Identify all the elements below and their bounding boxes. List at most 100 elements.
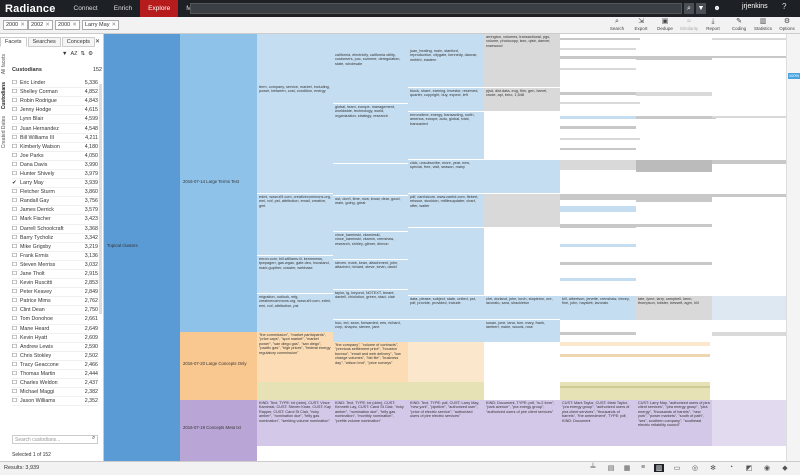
cluster-strip[interactable]	[712, 116, 788, 118]
cluster-strip[interactable]	[560, 148, 636, 150]
cluster-node[interactable]: pdf, canfutcom, www.canfut.com, fiebert,…	[408, 194, 484, 228]
cluster-strip[interactable]	[712, 194, 788, 197]
checkbox-icon[interactable]: ☐	[12, 289, 20, 295]
cluster-strip[interactable]	[560, 126, 636, 129]
checkbox-icon[interactable]: ☐	[12, 116, 20, 122]
cluster-node[interactable]: term, company, service, market, includin…	[257, 34, 333, 194]
cluster-node[interactable]: susan, jone, lana, tom, mary, frank, lam…	[484, 320, 560, 342]
filter-chip[interactable]: Larry May ✕	[82, 20, 120, 30]
custodian-row[interactable]: ☐ Darrell Schoolcraft 3,368	[12, 225, 98, 234]
custodian-row[interactable]: ☐ Peter Keavey 2,849	[12, 288, 98, 298]
gear-icon[interactable]: ⚙	[88, 51, 93, 57]
cluster-strip[interactable]	[560, 332, 636, 335]
checkbox-icon[interactable]: ☐	[12, 107, 20, 113]
cluster-strip[interactable]	[712, 56, 788, 58]
close-icon[interactable]: ✕	[111, 22, 116, 28]
filter-icon[interactable]: ▼	[62, 51, 67, 57]
checkbox-icon[interactable]: ☐	[12, 198, 20, 204]
custodian-row[interactable]: ☐ Patrice Mims 2,762	[12, 297, 98, 307]
cluster-view-icon[interactable]: ▥	[654, 464, 664, 472]
cluster-strip[interactable]	[560, 102, 640, 104]
cluster-strip[interactable]	[560, 68, 636, 70]
custodian-row[interactable]: ☐ Juan Hernandez 4,548	[12, 124, 98, 134]
custodian-row[interactable]: ☐ Tracy Geaccone 2,466	[12, 361, 98, 370]
checkbox-icon[interactable]: ☐	[12, 126, 20, 132]
cluster-node[interactable]: chri, dorland, john, lurch, stapleton, o…	[484, 296, 560, 320]
custodian-row[interactable]: ☐ Mike Grigsby 3,219	[12, 243, 98, 252]
cluster-strip[interactable]	[560, 138, 640, 140]
cluster-strip[interactable]	[636, 160, 712, 172]
cluster-node[interactable]: data, please, subject, state, united, ps…	[408, 296, 484, 320]
checkbox-icon[interactable]: ☐	[12, 189, 20, 195]
custodian-row[interactable]: ☐ Lynn Blair 4,599	[12, 115, 98, 125]
checkbox-icon[interactable]: ☐	[12, 98, 20, 104]
custodian-row[interactable]: ☐ Jason Williams 2,352	[12, 397, 98, 407]
tab-concepts[interactable]: Concepts	[61, 37, 96, 47]
checkbox-icon[interactable]: ☐	[12, 353, 20, 359]
checkbox-icon[interactable]: ☐	[12, 335, 20, 341]
cluster-strip[interactable]	[560, 116, 636, 119]
list-icon[interactable]: ≡	[638, 464, 648, 471]
cluster-node[interactable]: KIND: Text, TYPE: txt (ddm), CUST: Vince…	[257, 400, 333, 446]
cluster-node[interactable]: enron.com, bill.williams.iii, kenmnews, …	[257, 256, 333, 294]
cluster-node[interactable]: bill, albertson, jenette, crenshaw, vinc…	[560, 296, 636, 320]
checkbox-icon[interactable]: ☐	[12, 344, 20, 350]
tab-facets[interactable]: Facets	[0, 37, 27, 47]
cluster-strip[interactable]	[636, 56, 712, 60]
statistics-tool-button[interactable]: ▥ Statistics	[752, 17, 774, 34]
cluster-strip[interactable]	[560, 56, 640, 59]
cluster-node[interactable]: enronclime, energy, transacting, north, …	[408, 112, 484, 160]
cluster-node[interactable]: steven, mark, kean, attachment, john, at…	[333, 260, 408, 290]
search-icon[interactable]: ⌕	[92, 435, 95, 442]
cluster-node[interactable]: california, electricity, california util…	[333, 34, 408, 104]
custodian-row[interactable]: ☐ Jenny Hodge 4,615	[12, 106, 98, 116]
cluster-node[interactable]: out, don't, time, now, know, dear, good,…	[333, 196, 408, 232]
custodian-row[interactable]: ✔ Larry May 3,939	[12, 179, 98, 189]
cluster-level1[interactable]: 2016-07-20 Large Concepts Only	[180, 332, 257, 400]
options-tool-button[interactable]: ⚙ Options	[776, 17, 798, 34]
checkbox-icon[interactable]: ☐	[12, 89, 20, 95]
checkbox-icon[interactable]: ☐	[12, 216, 20, 222]
cluster-node[interactable]: pjsd, dist.data, eug, film, gen, barrel,…	[484, 88, 560, 112]
custodian-row[interactable]: ☐ Shelley Corman 4,852	[12, 88, 98, 98]
network-icon[interactable]: ✻	[708, 464, 718, 472]
cluster-strip[interactable]	[560, 38, 640, 40]
vtab-all-facets[interactable]: All facets	[1, 54, 7, 74]
custodian-search-input[interactable]: Search custodians...	[12, 435, 98, 444]
eye-icon[interactable]: ◉	[762, 464, 772, 472]
custodian-row[interactable]: ☐ Michael Maggi 2,382	[12, 388, 98, 398]
cluster-strip[interactable]	[560, 244, 636, 247]
global-search-input[interactable]	[190, 3, 682, 14]
cluster-node[interactable]: block, share, earning, investor, reserve…	[408, 88, 484, 112]
cluster-level1[interactable]: 2016-07-19 Concepts Meta txt	[180, 400, 257, 461]
custodian-row[interactable]: ☐ Kevin Ruscitti 2,853	[12, 279, 98, 289]
nav-explore[interactable]: Explore	[140, 0, 179, 17]
checkbox-icon[interactable]: ☐	[12, 380, 20, 386]
grid-icon[interactable]: ▦	[622, 464, 632, 472]
sort-alpha-icon[interactable]: AZ	[70, 51, 77, 57]
checkbox-icon[interactable]: ☐	[12, 307, 20, 313]
cluster-node[interactable]: global, team, europe, management, worldw…	[333, 104, 408, 164]
cluster-strip[interactable]	[636, 262, 712, 265]
custodian-row[interactable]: ☐ Robin Rodrigue 4,843	[12, 97, 98, 107]
cluster-node[interactable]: "the commission", "market participants",…	[257, 332, 333, 382]
cluster-node[interactable]: tate, lyme, larry, campbell, kenn, thomp…	[636, 296, 712, 320]
checkbox-icon[interactable]: ☐	[12, 262, 20, 268]
username[interactable]: jrjenkins	[742, 3, 768, 10]
cluster-node[interactable]: hou, ect, sean, forwarded, ees, richard,…	[333, 320, 408, 342]
nav-connect[interactable]: Connect	[66, 0, 106, 17]
checkbox-icon[interactable]: ☐	[12, 371, 20, 377]
sort-icon[interactable]: ⇅	[80, 51, 85, 57]
cluster-strip[interactable]	[712, 400, 788, 446]
list-scrollbar[interactable]	[99, 84, 102, 314]
checkbox-icon[interactable]: ☐	[12, 162, 20, 168]
dedupe-tool-button[interactable]: ▣ Dedupe	[654, 17, 676, 34]
checkbox-icon[interactable]: ☐	[12, 280, 20, 286]
cluster-strip[interactable]	[560, 278, 636, 281]
filter-chip[interactable]: 2000 ✕	[3, 20, 28, 30]
custodian-row[interactable]: ☐ Jane Tholt 2,915	[12, 270, 98, 280]
custodian-row[interactable]: ☐ Mane Heard 2,649	[12, 325, 98, 334]
custodian-row[interactable]: ☐ Charles Weldon 2,437	[12, 379, 98, 389]
custodian-row[interactable]: ☐ Fletcher Sturm 3,860	[12, 188, 98, 198]
export-tool-button[interactable]: ⇲ Export	[630, 17, 652, 34]
